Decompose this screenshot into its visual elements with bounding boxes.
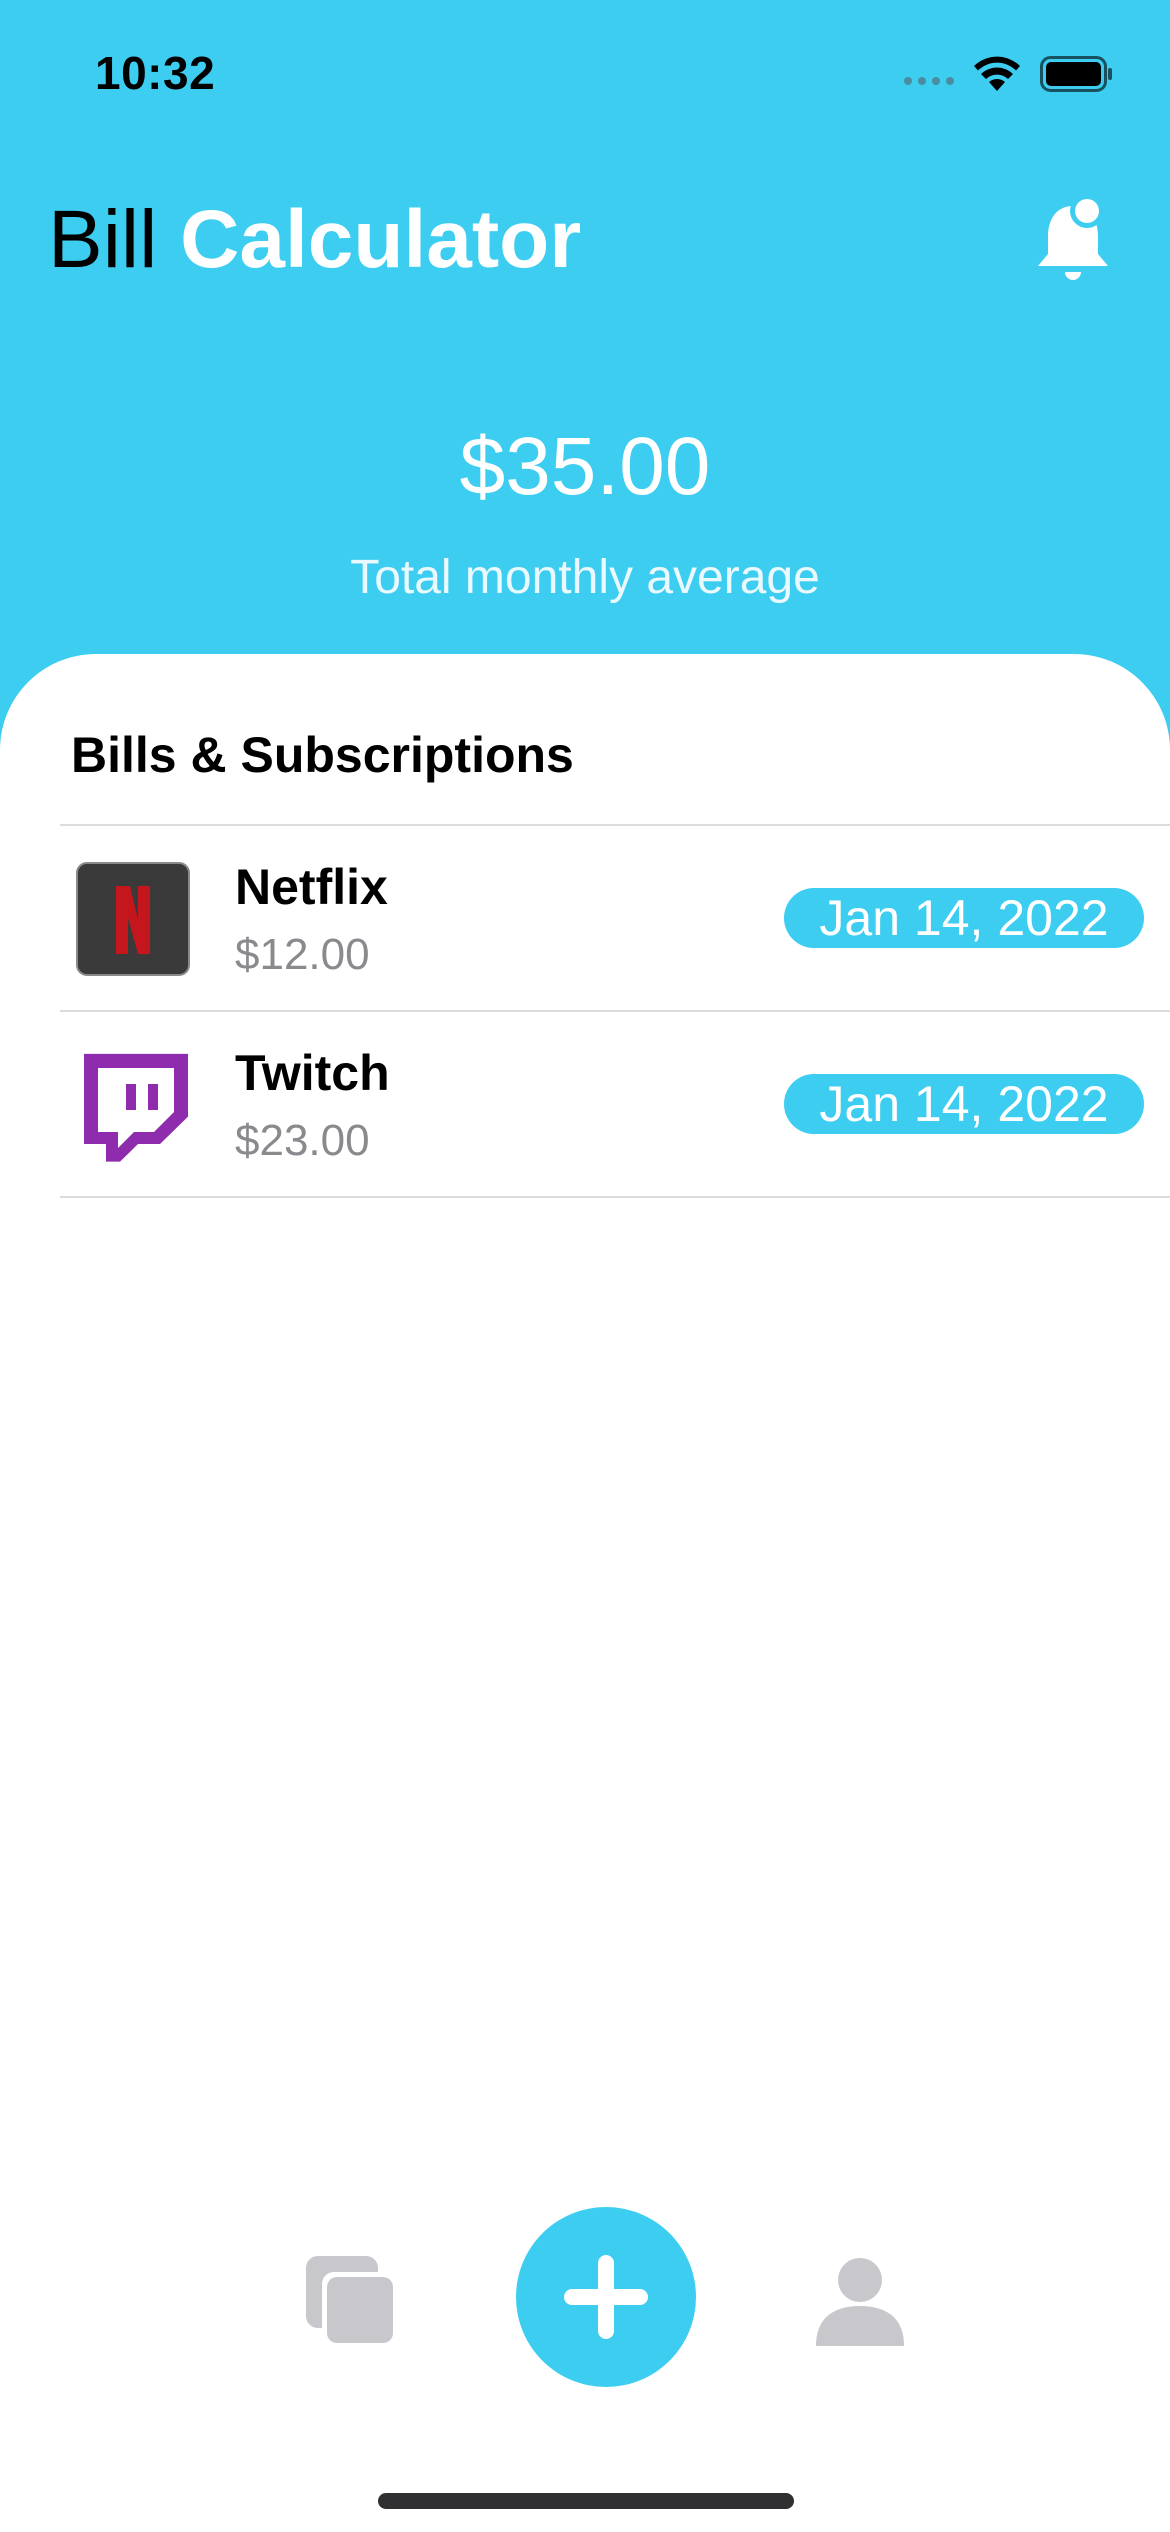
notification-bell-icon[interactable] [1028, 192, 1118, 288]
app-title-bold: Calculator [180, 194, 582, 285]
total-amount: $35.00 [459, 421, 711, 512]
netflix-logo-icon [76, 862, 190, 976]
bill-name: Twitch [235, 1045, 390, 1101]
divider [60, 1196, 1170, 1198]
battery-icon [1040, 56, 1112, 92]
add-bill-button[interactable] [516, 2207, 696, 2387]
status-icons [904, 54, 1114, 94]
status-time: 10:32 [95, 47, 216, 99]
app-title-regular: Bill [48, 194, 158, 285]
bill-price: $23.00 [235, 1116, 370, 1165]
home-indicator [378, 2493, 794, 2509]
bill-row-twitch[interactable]: Twitch $23.00 Jan 14, 2022 [60, 1012, 1170, 1196]
status-bar: 10:32 [0, 0, 1170, 140]
wifi-icon [974, 56, 1020, 91]
total-label: Total monthly average [350, 551, 820, 604]
twitch-logo-icon [84, 1053, 188, 1162]
bill-date-badge: Jan 14, 2022 [784, 888, 1144, 948]
profile-tab-icon[interactable] [810, 2250, 910, 2350]
cellular-signal-icon [904, 77, 954, 85]
section-title: Bills & Subscriptions [71, 727, 574, 783]
bill-row-netflix[interactable]: Netflix $12.00 Jan 14, 2022 [60, 826, 1170, 1010]
tab-bar [0, 2205, 1170, 2390]
bill-price: $12.00 [235, 930, 370, 979]
cards-tab-icon[interactable] [300, 2250, 400, 2350]
app-title: Bill Calculator [48, 190, 581, 290]
bill-date-badge: Jan 14, 2022 [784, 1074, 1144, 1134]
plus-icon [564, 2255, 648, 2339]
bill-name: Netflix [235, 859, 388, 915]
